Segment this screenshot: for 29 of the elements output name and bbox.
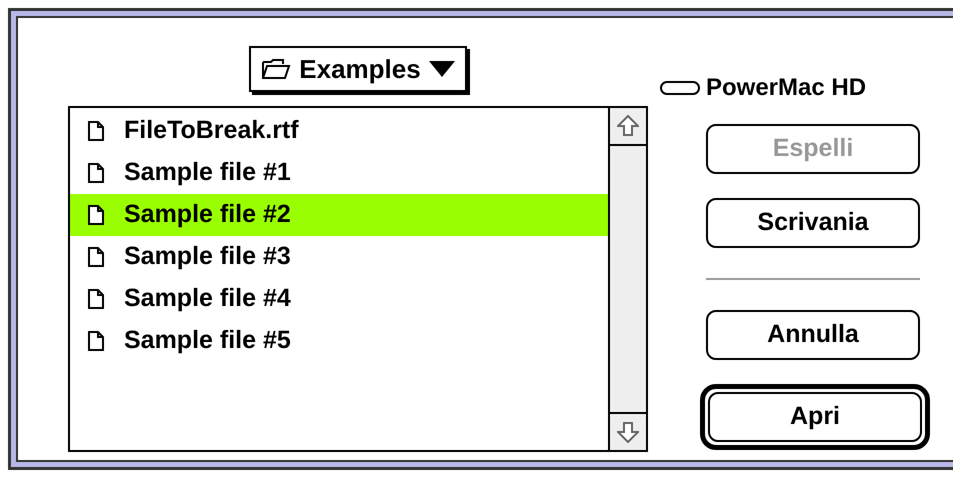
folder-name: Examples [299,52,421,86]
document-icon [88,163,104,183]
document-icon [88,121,104,141]
file-name: Sample file #3 [124,241,291,272]
file-row[interactable]: Sample file #2 [70,194,608,236]
file-name: Sample file #5 [124,325,291,356]
document-icon [88,247,104,267]
file-name: Sample file #4 [124,283,291,314]
scrollbar[interactable] [608,108,646,450]
file-row[interactable]: Sample file #3 [70,236,608,278]
file-name: Sample file #1 [124,157,291,188]
scroll-down-arrow-icon[interactable] [617,421,639,443]
scroll-up-arrow-icon[interactable] [617,115,639,137]
file-name: FileToBreak.rtf [124,115,299,146]
dropdown-arrow-icon [428,61,455,77]
file-row[interactable]: Sample file #1 [70,152,608,194]
file-name: Sample file #2 [124,199,291,230]
disk-name: PowerMac HD [706,73,866,103]
file-row[interactable]: FileToBreak.rtf [70,110,608,152]
document-icon [88,289,104,309]
folder-icon [261,58,292,80]
document-icon [88,331,104,351]
file-row[interactable]: Sample file #5 [70,320,608,362]
file-row[interactable]: Sample file #4 [70,278,608,320]
dialog-button[interactable]: Scrivania [706,198,920,248]
dialog-button[interactable]: Annulla [706,310,920,360]
folder-popup[interactable]: Examples [249,46,467,92]
dialog-button[interactable]: Apri [708,392,922,442]
document-icon [88,205,104,225]
